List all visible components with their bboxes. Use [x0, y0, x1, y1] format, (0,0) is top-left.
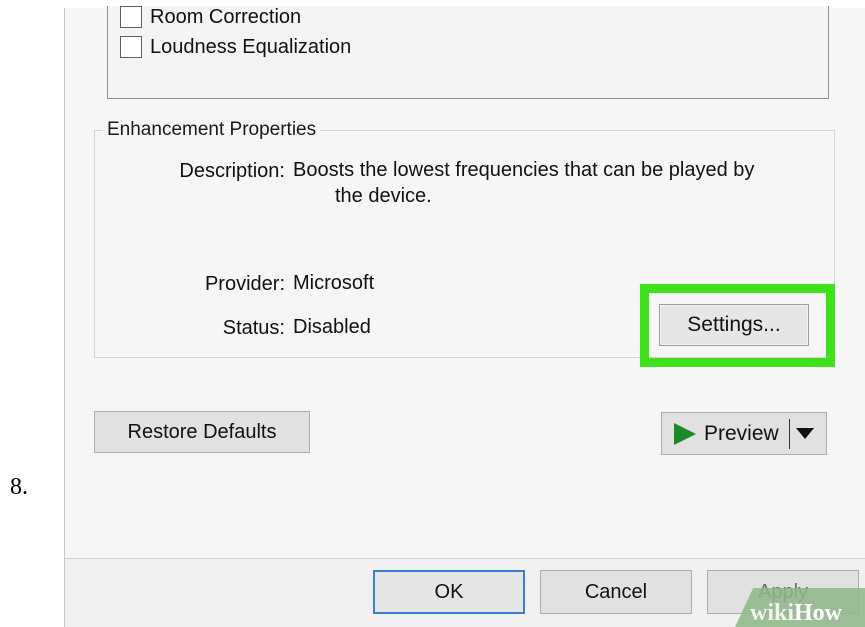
loudness-equalization-label: Loudness Equalization — [150, 35, 352, 58]
description-label: Description: — [179, 160, 285, 182]
checkbox-row-loudness-equalization[interactable]: Loudness Equalization — [120, 35, 351, 59]
restore-defaults-button[interactable]: Restore Defaults — [94, 411, 310, 453]
description-line-2: the device. — [335, 185, 432, 207]
status-value: Disabled — [293, 316, 371, 338]
preview-label: Preview — [704, 421, 779, 445]
checkbox-row-room-correction[interactable]: Room Correction — [120, 5, 301, 29]
ok-button[interactable]: OK — [373, 570, 525, 614]
cancel-button[interactable]: Cancel — [540, 570, 692, 614]
loudness-equalization-checkbox[interactable] — [120, 36, 142, 58]
group-title: Enhancement Properties — [103, 119, 321, 141]
chevron-down-icon[interactable] — [795, 428, 814, 439]
description-line-1: Boosts the lowest frequencies that can b… — [293, 159, 755, 181]
provider-value: Microsoft — [293, 272, 375, 294]
step-number: 8. — [10, 474, 28, 500]
wikihow-watermark: wikiHow — [750, 600, 843, 626]
provider-label: Provider: — [204, 273, 285, 295]
play-icon — [674, 422, 696, 445]
status-label: Status: — [222, 317, 285, 339]
room-correction-label: Room Correction — [150, 5, 302, 28]
room-correction-checkbox[interactable] — [120, 6, 142, 28]
sound-properties-dialog: Room Correction Loudness Equalization En… — [64, 5, 865, 627]
enhancements-panel: Room Correction Loudness Equalization En… — [65, 5, 865, 559]
settings-button[interactable]: Settings... — [659, 304, 809, 346]
preview-separator — [788, 418, 790, 449]
preview-button[interactable]: Preview — [661, 412, 827, 455]
